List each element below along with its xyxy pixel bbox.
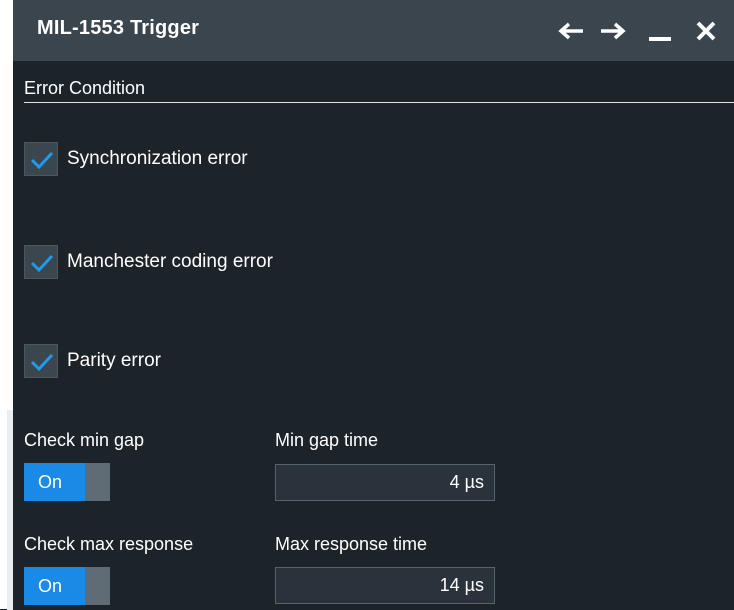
- toggle-on-label: On: [24, 567, 85, 605]
- close-icon[interactable]: [693, 17, 719, 45]
- checkbox-parity-error[interactable]: Parity error: [24, 343, 161, 379]
- min-gap-time-input[interactable]: 4 µs: [275, 464, 495, 501]
- check-max-response-toggle[interactable]: On: [24, 567, 110, 605]
- checkbox-manchester-coding-error[interactable]: Manchester coding error: [24, 244, 273, 280]
- checkbox-label: Parity error: [67, 350, 161, 371]
- window-title: MIL-1553 Trigger: [37, 17, 200, 39]
- minimize-icon[interactable]: [646, 17, 674, 45]
- arrow-left-icon[interactable]: [556, 17, 586, 45]
- check-min-gap-toggle[interactable]: On: [24, 463, 110, 501]
- checkmark-icon: [30, 254, 54, 273]
- checkbox-label: Manchester coding error: [67, 251, 273, 272]
- checkbox-box[interactable]: [24, 245, 58, 279]
- check-min-gap-label: Check min gap: [24, 430, 145, 450]
- toggle-on-label: On: [24, 463, 85, 501]
- checkmark-icon: [30, 151, 54, 170]
- checkbox-synchronization-error[interactable]: Synchronization error: [24, 141, 248, 177]
- checkbox-box[interactable]: [24, 344, 58, 378]
- section-title-error-condition: Error Condition: [24, 78, 146, 98]
- max-response-time-label: Max response time: [275, 534, 428, 554]
- toggle-knob[interactable]: [85, 463, 110, 501]
- max-response-time-input[interactable]: 14 µs: [275, 567, 495, 604]
- checkbox-label: Synchronization error: [67, 148, 248, 169]
- arrow-right-icon[interactable]: [598, 17, 628, 45]
- check-max-response-label: Check max response: [24, 534, 194, 554]
- toggle-knob[interactable]: [85, 567, 110, 605]
- left-edge-strip: [0, 0, 13, 610]
- title-bar: MIL-1553 Trigger: [13, 0, 734, 61]
- checkbox-box[interactable]: [24, 142, 58, 176]
- left-edge-notch: [7, 410, 13, 610]
- checkmark-icon: [30, 353, 54, 372]
- section-divider: [24, 102, 734, 103]
- min-gap-time-label: Min gap time: [275, 430, 379, 450]
